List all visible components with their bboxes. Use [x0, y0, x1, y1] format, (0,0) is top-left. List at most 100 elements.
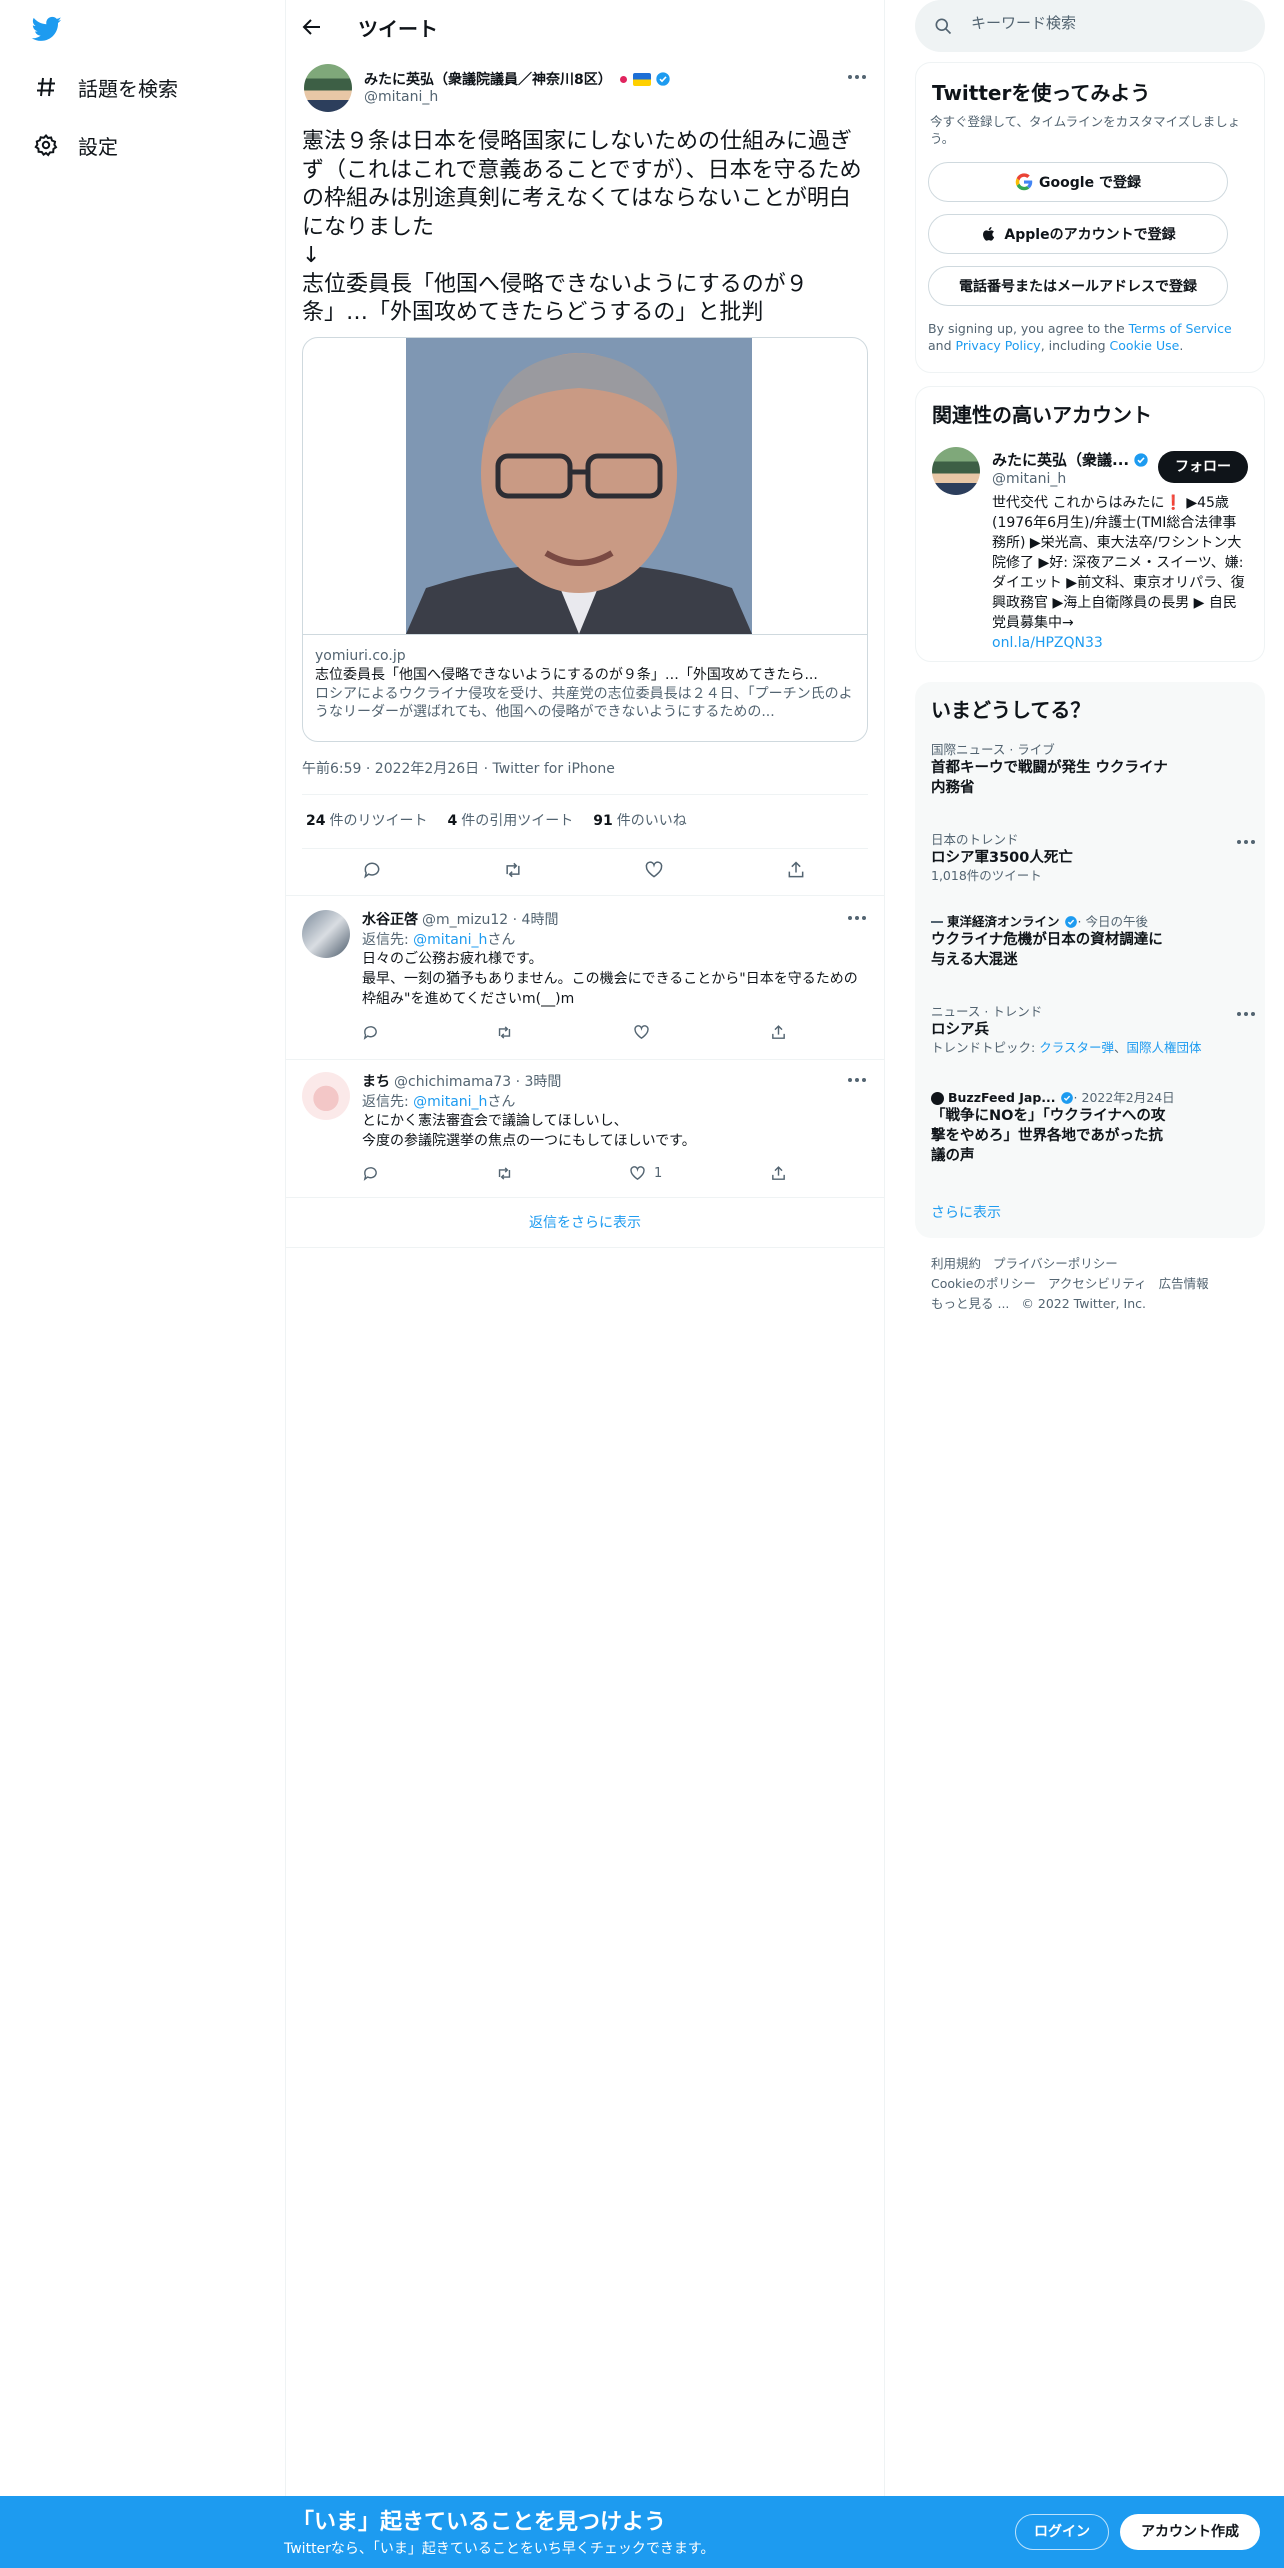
back-arrow-icon[interactable] [300, 15, 324, 39]
more-options-icon[interactable] [1237, 1010, 1259, 1018]
related-bio-text: 世代交代 これからはみたに❗️ ▶45歳(1976年6月生)/弁護士(TMI総合… [992, 495, 1245, 631]
footer-link[interactable]: プライバシーポリシー [993, 1256, 1118, 1271]
footer-link[interactable]: Cookieのポリシー [931, 1276, 1036, 1291]
trends-show-more-link[interactable]: さらに表示 [931, 1202, 1001, 1222]
page-title: ツイート [358, 17, 438, 41]
author-name[interactable]: みたに英弘（衆議院議員／神奈川8区） [364, 69, 671, 89]
verified-badge-icon [1060, 1092, 1073, 1104]
more-options-icon[interactable] [848, 73, 870, 81]
retweet-icon[interactable] [503, 860, 523, 880]
reply-to-link[interactable]: @mitani_h [413, 932, 487, 948]
like-count[interactable]: 91 件のいいね [593, 810, 686, 830]
create-account-button[interactable]: アカウント作成 [1120, 2514, 1260, 2550]
cookie-use-link[interactable]: Cookie Use [1110, 338, 1180, 353]
show-more-replies-link[interactable]: 返信をさらに表示 [286, 1198, 884, 1248]
more-options-icon[interactable] [1237, 838, 1259, 846]
verified-badge-icon [1134, 452, 1148, 467]
tweet-text: 憲法９条は日本を侵略国家にしないための仕組みに過ぎず（これはこれで意義あることで… [302, 129, 862, 325]
reply-time[interactable]: · 3時間 [516, 1074, 562, 1090]
terms-of-service-link[interactable]: Terms of Service [1129, 321, 1232, 336]
trend-topics: トレンドトピック: クラスター弾、国際人権団体 [931, 1040, 1241, 1056]
nav-settings[interactable]: 設定 [34, 127, 118, 163]
main-column: ツイート みたに英弘（衆議院議員／神奈川8区） @mitani_h 憲法９条は日… [285, 0, 885, 2500]
reply-item[interactable]: まち @chichimama73 · 3時間 返信先: @mitani_hさん と… [286, 1060, 884, 1198]
quote-count[interactable]: 4 件の引用ツイート [447, 810, 573, 830]
card-info: yomiuri.co.jp 志位委員長「他国へ侵略できないようにするのが９条」…… [303, 634, 867, 741]
author-handle[interactable]: @mitani_h [364, 89, 438, 105]
reply-reply-button[interactable] [362, 1024, 387, 1041]
link-card[interactable]: yomiuri.co.jp 志位委員長「他国へ侵略できないようにするのが９条」…… [302, 337, 868, 742]
follow-button[interactable]: フォロー [1158, 451, 1248, 483]
reply-to-link[interactable]: @mitani_h [413, 1094, 487, 1110]
trend-item[interactable]: BuzzFeed Jap... · 2022年2月24日 「戦争にNOを」「ウク… [931, 1090, 1241, 1166]
trend-title: ウクライナ危機が日本の資材調達に与える大混迷 [931, 932, 1163, 968]
footer-link[interactable]: アクセシビリティ [1048, 1276, 1147, 1291]
reply-author-name[interactable]: 水谷正啓 [362, 912, 418, 928]
reply-like-button[interactable] [633, 1024, 658, 1041]
trend-source-name: BuzzFeed Jap... [948, 1090, 1056, 1105]
phone-email-signup-button[interactable]: 電話番号またはメールアドレスで登録 [928, 266, 1228, 306]
search-input[interactable] [971, 14, 1241, 32]
reply-like-button[interactable]: 1 [629, 1165, 662, 1182]
trend-item[interactable]: 東洋経済オンライン · 今日の午後 ウクライナ危機が日本の資材調達に与える大混迷 [931, 914, 1241, 970]
terms-text-4: . [1179, 338, 1184, 353]
footer-link[interactable]: 広告情報 [1159, 1276, 1209, 1291]
like-icon[interactable] [644, 860, 664, 880]
footer-more-link[interactable]: もっと見る ... [931, 1296, 1009, 1311]
reply-item[interactable]: 水谷正啓 @m_mizu12 · 4時間 返信先: @mitani_hさん 日々の… [286, 896, 884, 1060]
reply-avatar[interactable] [302, 1072, 350, 1120]
trend-topic-link[interactable]: クラスター弾 [1039, 1040, 1114, 1055]
share-icon[interactable] [786, 860, 806, 880]
like-count-label: 件のいいね [616, 813, 687, 829]
reply-time[interactable]: · 4時間 [513, 912, 559, 928]
related-bio-link[interactable]: onl.la/HPZQN33 [992, 635, 1103, 651]
trend-source-time: · 今日の午後 [1077, 914, 1148, 929]
quote-count-number: 4 [447, 813, 458, 829]
related-avatar[interactable] [932, 447, 980, 495]
apple-signup-label: Appleのアカウントで登録 [1004, 227, 1176, 243]
reply-icon [363, 1026, 377, 1040]
card-domain: yomiuri.co.jp [315, 648, 406, 664]
related-name[interactable]: みたに英弘（衆議... [992, 449, 1149, 470]
trend-source-time: · 2022年2月24日 [1073, 1090, 1175, 1105]
retweet-count[interactable]: 24 件のリツイート [306, 810, 427, 830]
google-icon [1015, 173, 1033, 191]
author-avatar[interactable] [304, 64, 352, 112]
privacy-policy-link[interactable]: Privacy Policy [956, 338, 1041, 353]
trend-item[interactable]: 国際ニュース · ライブ 首都キーウで戦闘が発生 ウクライナ内務省 [931, 742, 1241, 798]
login-button[interactable]: ログイン [1015, 2514, 1109, 2550]
reply-author-name[interactable]: まち [362, 1074, 390, 1090]
related-handle[interactable]: @mitani_h [992, 471, 1066, 487]
signup-panel-title: Twitterを使ってみよう [932, 81, 1151, 105]
retweet-count-number: 24 [306, 813, 326, 829]
reply-share-button[interactable] [770, 1165, 795, 1182]
more-options-icon[interactable] [848, 914, 870, 922]
author-name-text: みたに英弘（衆議院議員／神奈川8区） [364, 72, 612, 88]
trend-topic-link[interactable]: 国際人権団体 [1126, 1040, 1201, 1055]
reply-avatar[interactable] [302, 910, 350, 958]
japan-flag-icon [617, 73, 630, 86]
trend-item[interactable]: 日本のトレンド ロシア軍3500人死亡 1,018件のツイート [931, 832, 1255, 884]
apple-signup-button[interactable]: Appleのアカウントで登録 [928, 214, 1228, 254]
reply-icon[interactable] [362, 860, 382, 880]
search-box[interactable] [915, 0, 1265, 52]
quote-count-label: 件の引用ツイート [461, 813, 574, 829]
google-signup-button[interactable]: Google で登録 [928, 162, 1228, 202]
reply-retweet-button[interactable] [496, 1024, 521, 1041]
twitter-logo-icon[interactable] [30, 14, 64, 44]
nav-explore-label: 話題を検索 [78, 76, 178, 101]
card-description: ロシアによるウクライナ侵攻を受け、共産党の志位委員長は２４日、「プーチン氏のよう… [315, 686, 853, 720]
tweet-timestamp[interactable]: 午前6:59 · 2022年2月26日 · Twitter for iPhone [302, 758, 615, 778]
trend-item[interactable]: ニュース · トレンド ロシア兵 トレンドトピック: クラスター弾、国際人権団体 [931, 1004, 1255, 1056]
nav-explore[interactable]: 話題を検索 [34, 69, 178, 105]
reply-share-button[interactable] [770, 1024, 795, 1041]
more-options-icon[interactable] [848, 1076, 870, 1084]
reply-retweet-button[interactable] [496, 1165, 521, 1182]
reply-author-handle[interactable]: @m_mizu12 [422, 912, 508, 928]
reply-author-handle[interactable]: @chichimama73 [394, 1074, 511, 1090]
trend-source: BuzzFeed Jap... · 2022年2月24日 [931, 1090, 1241, 1106]
footer-link[interactable]: 利用規約 [931, 1256, 981, 1271]
card-image [406, 338, 752, 634]
tweet-stats: 24 件のリツイート 4 件の引用ツイート 91 件のいいね [306, 810, 687, 830]
reply-reply-button[interactable] [362, 1165, 387, 1182]
